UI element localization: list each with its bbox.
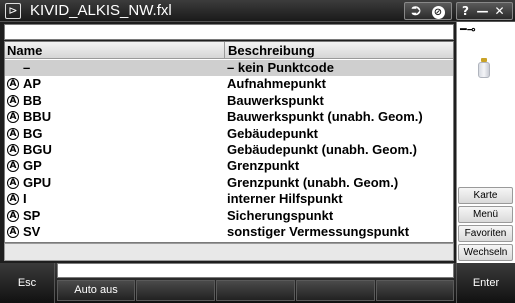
row-name: AP [23,76,42,92]
column-header-name[interactable]: Name [7,42,222,59]
column-header-description[interactable]: Beschreibung [224,42,453,59]
menu-button[interactable]: Menü [458,206,513,223]
row-name: GP [23,158,42,174]
row-description: interner Hilfspunkt [227,191,343,207]
row-name: BGU [23,142,52,157]
horizontal-scrollbar[interactable] [4,243,454,261]
row-description: Gebäudepunkt [227,125,319,141]
softkey-empty-5[interactable] [376,280,454,301]
circle-a-icon: A [7,94,19,107]
row-description: Sicherungspunkt [227,207,334,223]
table-row[interactable]: A GP Grenzpunkt [5,158,453,174]
row-name: SP [23,207,41,223]
circle-a-icon: A [7,144,19,156]
row-name: BBU [23,109,52,125]
row-name: BB [23,92,42,108]
no-entry-icon[interactable]: ⊘ [429,3,447,19]
row-name: I [23,191,27,207]
circle-a-icon: A [7,193,19,206]
table-row[interactable]: A SP Sicherungspunkt [5,208,453,224]
esc-button[interactable]: Esc [0,263,55,303]
row-description: Gebäudepunkt (unabh. Geom.) [227,142,417,157]
enter-arrow-icon[interactable]: ⮊ [407,3,425,19]
row-name: GPU [23,174,52,190]
row-description: – kein Punktcode [227,60,334,75]
table-row[interactable]: A BGU Gebäudepunkt (unabh. Geom.) [5,142,453,158]
point-code-list[interactable]: Name Beschreibung – – kein Punktcode A AP Au… [4,41,454,243]
help-icon[interactable]: ? [458,3,473,19]
row-name: BG [23,125,43,141]
row-name: – [23,60,31,75]
power-plug-icon: ━⊸ [460,23,476,36]
table-row[interactable]: A BG Gebäudepunkt [5,126,453,142]
window-title: KIVID_ALKIS_NW.fxl [30,2,172,19]
circle-a-icon: A [7,160,19,173]
circle-a-icon: A [7,111,19,124]
table-row[interactable]: A SV sonstiger Vermessungspunkt [5,224,453,240]
triangle-logo-icon[interactable]: ⊳ [5,3,21,19]
table-row[interactable]: A BBU Bauwerkspunkt (unabh. Geom.) [5,109,453,125]
softkey-empty-3[interactable] [216,280,295,301]
row-description: Aufnahmepunkt [227,76,326,92]
circle-a-icon: A [7,209,19,222]
circle-a-icon: A [7,127,19,140]
table-row[interactable]: A Iinterner Hilfspunkt [5,191,453,207]
wechseln-button[interactable]: Wechseln [458,244,513,261]
status-field [57,263,454,278]
auto-aus-button[interactable]: Auto aus [57,280,135,301]
row-description: sonstiger Vermessungspunkt [227,224,410,239]
enter-button[interactable]: Enter [456,263,515,303]
karte-button[interactable]: Karte [458,187,513,204]
title-bar: ⊳ KIVID_ALKIS_NW.fxl ⮊ ⊘ ? — ✕ [0,0,515,22]
titlebar-window-group: ? — ✕ [456,2,513,20]
table-row[interactable]: A GPU Grenzpunkt (unabh. Geom.) [5,175,453,191]
titlebar-action-group: ⮊ ⊘ [404,2,452,20]
search-input[interactable] [4,24,454,40]
table-row[interactable]: A BB Bauwerkspunkt [5,93,453,109]
softkey-empty-2[interactable] [136,280,215,301]
softkey-empty-4[interactable] [296,280,375,301]
favoriten-button[interactable]: Favoriten [458,225,513,242]
list-header: Name Beschreibung [5,42,453,59]
battery-icon [478,58,490,78]
circle-a-icon: A [7,176,19,189]
row-description: Grenzpunkt (unabh. Geom.) [227,174,399,190]
row-description: Bauwerkspunkt [227,92,324,108]
minimize-icon[interactable]: — [475,3,490,19]
circle-a-icon: A [7,226,19,238]
row-description: Grenzpunkt [227,158,300,174]
circle-a-icon: A [7,78,19,91]
row-description: Bauwerkspunkt (unabh. Geom.) [227,109,423,125]
close-icon[interactable]: ✕ [492,3,507,19]
table-row[interactable]: A AP Aufnahmepunkt [5,76,453,92]
row-name: SV [23,224,41,239]
table-row[interactable]: – – kein Punktcode [5,60,453,77]
